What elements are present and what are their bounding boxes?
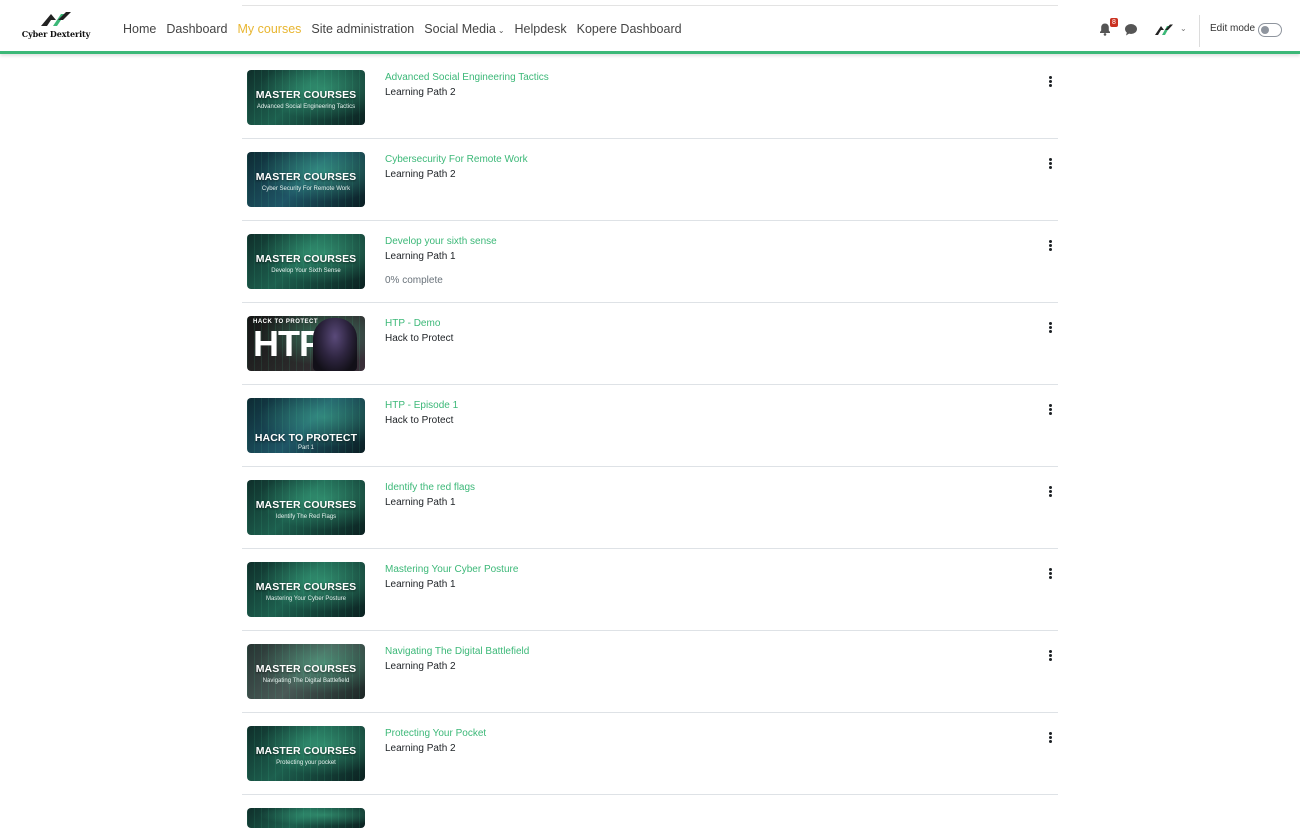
course-thumbnail[interactable] <box>247 808 365 828</box>
course-item: HACK TO PROTECT HTP HTP - Demo Hack to P… <box>242 303 1058 385</box>
course-category: Hack to Protect <box>385 415 454 426</box>
thumbnail-title: MASTER COURSES <box>255 663 357 675</box>
nav-helpdesk[interactable]: Helpdesk <box>510 22 572 36</box>
course-title-link[interactable]: Mastering Your Cyber Posture <box>385 564 518 575</box>
course-title-link[interactable]: HTP - Demo <box>385 318 440 329</box>
course-item: MASTER COURSES Develop Your Sixth Sense … <box>242 221 1058 303</box>
course-actions-menu-icon[interactable] <box>1046 322 1054 336</box>
cyber-dexterity-logo-icon <box>41 12 71 26</box>
thumbnail-subtitle: Mastering Your Cyber Posture <box>265 596 347 602</box>
course-item-partial <box>242 795 1058 828</box>
course-list: MASTER COURSES Advanced Social Engineeri… <box>242 57 1058 828</box>
course-item: HACK TO PROTECT Part 1 HTP - Episode 1 H… <box>242 385 1058 467</box>
course-title-link[interactable]: Develop your sixth sense <box>385 236 497 247</box>
course-item: MASTER COURSES Cyber Security For Remote… <box>242 139 1058 221</box>
thumbnail-subtitle: Navigating The Digital Battlefield <box>262 678 350 684</box>
top-divider <box>242 5 1058 6</box>
course-item: MASTER COURSES Identify The Red Flags Id… <box>242 467 1058 549</box>
course-category: Learning Path 2 <box>385 661 456 672</box>
course-item: MASTER COURSES Mastering Your Cyber Post… <box>242 549 1058 631</box>
primary-navigation: Home Dashboard My courses Site administr… <box>118 22 687 36</box>
nav-home[interactable]: Home <box>118 22 161 36</box>
course-title-link[interactable]: Cybersecurity For Remote Work <box>385 154 528 165</box>
course-thumbnail[interactable]: MASTER COURSES Navigating The Digital Ba… <box>247 644 365 699</box>
course-item: MASTER COURSES Advanced Social Engineeri… <box>242 57 1058 139</box>
user-avatar-icon[interactable] <box>1154 23 1174 37</box>
thumbnail-title: MASTER COURSES <box>255 745 357 757</box>
course-actions-menu-icon[interactable] <box>1046 732 1054 746</box>
course-title-link[interactable]: Navigating The Digital Battlefield <box>385 646 529 657</box>
notification-count-badge: 8 <box>1110 18 1118 27</box>
thumbnail-subtitle: Develop Your Sixth Sense <box>271 268 341 274</box>
course-thumbnail[interactable]: HACK TO PROTECT HTP <box>247 316 365 371</box>
course-title-link[interactable]: Advanced Social Engineering Tactics <box>385 72 549 83</box>
messages-chat-icon[interactable] <box>1124 23 1138 36</box>
thumbnail-title: HACK TO PROTECT <box>254 432 358 444</box>
thumbnail-subtitle: Cyber Security For Remote Work <box>261 186 351 192</box>
course-actions-menu-icon[interactable] <box>1046 240 1054 254</box>
course-progress-text: 0% complete <box>385 275 443 286</box>
toggle-knob <box>1261 26 1269 34</box>
thumbnail-title: HTP <box>253 323 323 364</box>
user-menu-chevron-icon[interactable]: ⌄ <box>1180 24 1187 33</box>
navbar-divider <box>1199 15 1200 47</box>
edit-mode-toggle[interactable] <box>1258 23 1282 37</box>
course-thumbnail[interactable]: HACK TO PROTECT Part 1 <box>247 398 365 453</box>
course-actions-menu-icon[interactable] <box>1046 158 1054 172</box>
nav-social-media[interactable]: Social Media ⌄ <box>419 22 509 36</box>
thumbnail-title: MASTER COURSES <box>255 581 357 593</box>
nav-kopere-dashboard[interactable]: Kopere Dashboard <box>572 22 687 36</box>
hooded-figure-graphic <box>313 318 357 371</box>
course-category: Learning Path 1 <box>385 251 456 262</box>
chevron-down-icon: ⌄ <box>497 26 505 35</box>
course-category: Learning Path 1 <box>385 579 456 590</box>
course-thumbnail[interactable]: MASTER COURSES Develop Your Sixth Sense <box>247 234 365 289</box>
course-actions-menu-icon[interactable] <box>1046 76 1054 90</box>
course-actions-menu-icon[interactable] <box>1046 568 1054 582</box>
thumbnail-title: MASTER COURSES <box>255 499 357 511</box>
nav-site-administration[interactable]: Site administration <box>306 22 419 36</box>
brand-name: Cyber Dexterity <box>21 29 91 39</box>
course-title-link[interactable]: HTP - Episode 1 <box>385 400 458 411</box>
course-actions-menu-icon[interactable] <box>1046 404 1054 418</box>
nav-social-media-label: Social Media <box>424 22 496 36</box>
thumbnail-title: MASTER COURSES <box>255 89 357 101</box>
edit-mode-label: Edit mode <box>1210 23 1256 34</box>
course-thumbnail[interactable]: MASTER COURSES Protecting your pocket <box>247 726 365 781</box>
course-thumbnail[interactable]: MASTER COURSES Advanced Social Engineeri… <box>247 70 365 125</box>
course-item: MASTER COURSES Navigating The Digital Ba… <box>242 631 1058 713</box>
nav-my-courses[interactable]: My courses <box>233 22 307 36</box>
course-actions-menu-icon[interactable] <box>1046 650 1054 664</box>
course-thumbnail[interactable]: MASTER COURSES Mastering Your Cyber Post… <box>247 562 365 617</box>
course-category: Learning Path 2 <box>385 87 456 98</box>
thumbnail-subtitle: Part 1 <box>297 445 314 451</box>
course-actions-menu-icon[interactable] <box>1046 486 1054 500</box>
thumbnail-title: MASTER COURSES <box>255 171 357 183</box>
course-thumbnail[interactable]: MASTER COURSES Identify The Red Flags <box>247 480 365 535</box>
course-category: Learning Path 1 <box>385 497 456 508</box>
site-logo[interactable]: Cyber Dexterity <box>18 10 94 48</box>
top-navbar: Cyber Dexterity Home Dashboard My course… <box>0 0 1300 54</box>
course-category: Hack to Protect <box>385 333 454 344</box>
nav-dashboard[interactable]: Dashboard <box>161 22 232 36</box>
thumbnail-subtitle: Protecting your pocket <box>276 760 336 766</box>
course-category: Learning Path 2 <box>385 169 456 180</box>
course-title-link[interactable]: Protecting Your Pocket <box>385 728 486 739</box>
thumbnail-subtitle: Advanced Social Engineering Tactics <box>256 104 356 110</box>
course-category: Learning Path 2 <box>385 743 456 754</box>
course-title-link[interactable]: Identify the red flags <box>385 482 475 493</box>
course-thumbnail[interactable]: MASTER COURSES Cyber Security For Remote… <box>247 152 365 207</box>
thumbnail-title: MASTER COURSES <box>255 253 357 265</box>
course-item: MASTER COURSES Protecting your pocket Pr… <box>242 713 1058 795</box>
thumbnail-subtitle: Identify The Red Flags <box>275 514 337 520</box>
